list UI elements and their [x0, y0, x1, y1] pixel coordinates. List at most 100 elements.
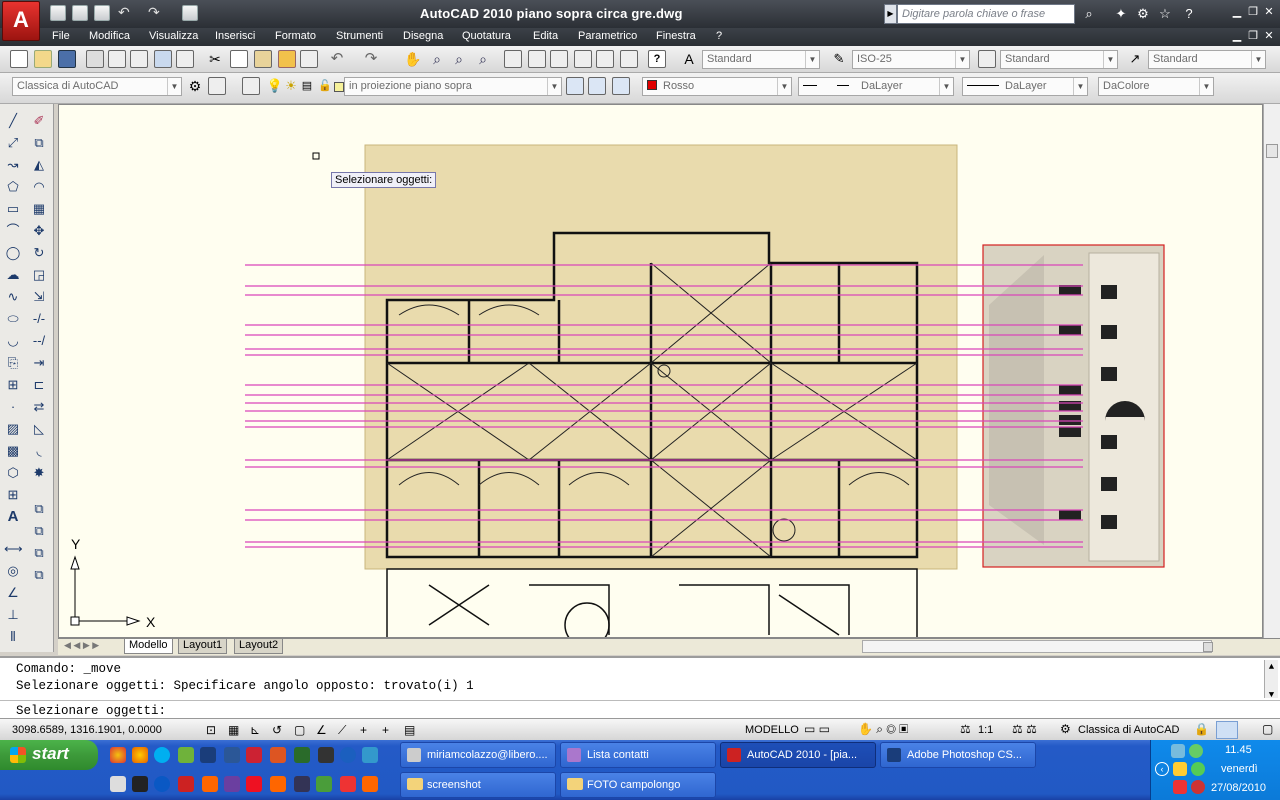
autocad-ql-icon[interactable]	[178, 776, 194, 792]
plotstyle-select[interactable]: DaColore ▼	[1098, 77, 1214, 96]
network-icon[interactable]	[1171, 744, 1185, 758]
mirror-icon[interactable]: ◭	[30, 156, 48, 174]
circle-icon[interactable]: ◯	[4, 244, 22, 262]
open-icon[interactable]	[34, 50, 52, 68]
ellipse-icon[interactable]: ⬭	[4, 310, 22, 328]
communication-icon[interactable]: ⚙	[1134, 5, 1152, 23]
lock-icon[interactable]: 🔒	[1194, 722, 1209, 736]
table-icon[interactable]: ⊞	[4, 486, 22, 504]
hscroll-thumb[interactable]	[1203, 642, 1213, 652]
after-effects-icon[interactable]	[224, 776, 240, 792]
lineweight-select[interactable]: DaLayer ▼	[962, 77, 1088, 96]
vscroll-thumb[interactable]	[1266, 144, 1278, 158]
sheet-set-icon[interactable]	[176, 50, 194, 68]
messenger-icon[interactable]	[178, 747, 194, 763]
task-autocad[interactable]: AutoCAD 2010 - [pia...	[720, 742, 876, 768]
dim-linear-icon[interactable]: ⟷	[4, 540, 23, 558]
sheet-set-manager-icon[interactable]	[574, 50, 592, 68]
horizontal-scrollbar[interactable]	[862, 640, 1213, 653]
save-icon[interactable]	[58, 50, 76, 68]
task-foto-folder[interactable]: FOTO campolongo	[560, 772, 716, 798]
snap-icon[interactable]: ⊡	[206, 723, 216, 737]
tab-layout2[interactable]: Layout2	[234, 639, 284, 654]
lineweight-toggle-icon[interactable]: +	[382, 723, 389, 737]
pan-icon[interactable]: ✋	[404, 50, 422, 68]
new-icon[interactable]	[50, 5, 66, 21]
wifi-icon[interactable]	[1191, 762, 1205, 776]
minimize-icon[interactable]: ▁	[1230, 6, 1244, 19]
layout-icons[interactable]: ▭ ▭	[804, 722, 830, 736]
vlc-icon[interactable]	[202, 776, 218, 792]
help-icon[interactable]: ?	[1180, 5, 1198, 23]
flash-icon[interactable]	[246, 776, 262, 792]
block-editor-icon[interactable]	[300, 50, 318, 68]
mleader-style-icon[interactable]: ↗	[1126, 50, 1144, 68]
insert-block-icon[interactable]: ⎘	[4, 354, 22, 372]
copy-object-icon[interactable]: ⧉	[30, 134, 48, 152]
help-icon[interactable]: ?	[648, 50, 666, 68]
construction-line-icon[interactable]: ⤢	[4, 134, 22, 152]
publish-icon[interactable]	[130, 50, 148, 68]
application-menu-button[interactable]: A	[2, 1, 40, 41]
break-at-point-icon[interactable]: ⇥	[30, 354, 48, 372]
draworder-below-icon[interactable]: ⧉	[30, 566, 48, 584]
qp-icon[interactable]: ▤	[404, 723, 415, 737]
mleader-style-select[interactable]: Standard ▼	[1148, 50, 1266, 69]
ortho-icon[interactable]: ⊾	[250, 723, 260, 737]
task-photoshop[interactable]: Adobe Photoshop CS...	[880, 742, 1036, 768]
rectangle-icon[interactable]: ▭	[4, 200, 22, 218]
offset-icon[interactable]: ◠	[30, 178, 48, 196]
speaker-icon[interactable]	[1191, 780, 1205, 794]
customize-icon[interactable]	[208, 77, 226, 95]
text-style-select[interactable]: Standard ▼	[702, 50, 820, 69]
rotate-icon[interactable]: ↻	[30, 244, 48, 262]
coordinates-readout[interactable]: 3098.6589, 1316.1901, 0.0000	[12, 724, 162, 736]
doc-restore-icon[interactable]: ❐	[1246, 30, 1260, 42]
vlc-3-icon[interactable]	[362, 776, 378, 792]
table-style-select[interactable]: Standard ▼	[1000, 50, 1118, 69]
search-expand-icon[interactable]: ▶	[884, 4, 897, 24]
workspace-gear-icon[interactable]: ⚙	[1060, 722, 1071, 736]
vlc-2-icon[interactable]	[270, 776, 286, 792]
make-current-icon[interactable]	[566, 77, 584, 95]
hardware-accel-icon[interactable]	[1216, 721, 1238, 739]
security-tray-icon[interactable]	[1173, 762, 1187, 776]
color-select[interactable]: Rosso ▼	[642, 77, 792, 96]
otrack-icon[interactable]: ∠	[316, 723, 327, 737]
nvidia-icon[interactable]	[132, 776, 148, 792]
tab-layout1[interactable]: Layout1	[178, 639, 228, 654]
firefox-icon[interactable]	[132, 747, 148, 763]
binoculars-icon[interactable]: ⌕	[1080, 5, 1098, 23]
text-style-icon[interactable]: A	[680, 50, 698, 68]
redo-icon[interactable]: ↷	[362, 50, 380, 68]
dim-style-select[interactable]: ISO-25 ▼	[852, 50, 970, 69]
linetype-select[interactable]: DaLayer ▼	[798, 77, 954, 96]
paste-icon[interactable]	[254, 50, 272, 68]
workspace-select[interactable]: Classica di AutoCAD ▼	[12, 77, 182, 96]
menu-modifica[interactable]: Modifica	[89, 30, 130, 42]
chrome-icon[interactable]	[110, 747, 126, 763]
spline-icon[interactable]: ∿	[4, 288, 22, 306]
annotation-scale-icon[interactable]: ⚖	[960, 722, 971, 736]
pdf-icon[interactable]	[270, 747, 286, 763]
redo-icon[interactable]: ↷	[148, 5, 164, 21]
workspace-settings-icon[interactable]: ⚙	[186, 77, 204, 95]
menu-disegna[interactable]: Disegna	[403, 30, 443, 42]
zoom-realtime-icon[interactable]: ⌕	[428, 50, 446, 68]
menu-finestra[interactable]: Finestra	[656, 30, 696, 42]
open-icon[interactable]	[72, 5, 88, 21]
break-icon[interactable]: ⊏	[30, 376, 48, 394]
photoshop-ql-icon[interactable]	[200, 747, 216, 763]
command-prompt-input[interactable]: Selezionare oggetti:	[16, 704, 166, 718]
layer-states-icon[interactable]	[612, 77, 630, 95]
dim-radius-icon[interactable]: ◎	[4, 562, 22, 580]
quickcalc-icon[interactable]	[620, 50, 638, 68]
ducs-icon[interactable]: ⟋	[338, 723, 346, 738]
markup-icon[interactable]	[596, 50, 614, 68]
move-icon[interactable]: ✥	[30, 222, 48, 240]
menu-parametrico[interactable]: Parametrico	[578, 30, 637, 42]
annotation-visibility-icons[interactable]: ⚖ ⚖	[1012, 722, 1037, 736]
dim-continue-icon[interactable]: ⫴	[4, 628, 22, 646]
dim-style-icon[interactable]: ✎	[830, 50, 848, 68]
polar-icon[interactable]: ↺	[272, 723, 282, 737]
